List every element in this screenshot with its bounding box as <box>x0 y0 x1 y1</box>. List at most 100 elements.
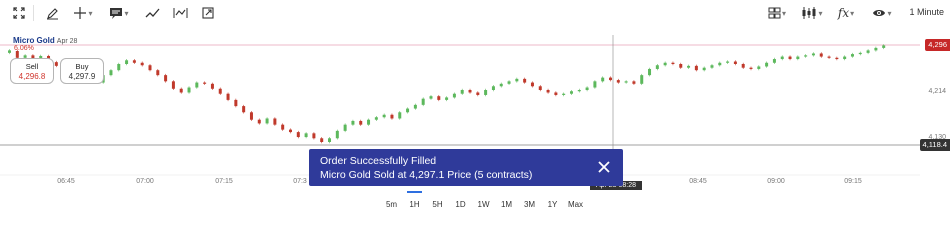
range-max[interactable]: Max <box>564 200 587 209</box>
time-label: 08:45 <box>689 178 707 185</box>
time-label: 09:00 <box>767 178 785 185</box>
candle <box>109 70 113 76</box>
candle <box>179 88 183 93</box>
candle <box>452 93 456 98</box>
candle <box>296 132 300 138</box>
candle <box>850 54 854 57</box>
candle <box>858 52 862 55</box>
candle <box>491 86 495 90</box>
candle <box>382 114 386 118</box>
candle <box>374 117 378 120</box>
instrument-date: Apr 28 <box>56 38 78 45</box>
candle <box>749 67 753 69</box>
range-1h[interactable]: 1H <box>403 191 426 209</box>
sell-price: 4,296.8 <box>18 72 46 81</box>
candle <box>234 99 238 107</box>
change-percent: 6.06% <box>14 45 34 52</box>
candle <box>663 62 667 66</box>
candle <box>648 68 652 76</box>
candle <box>632 81 636 84</box>
range-1w[interactable]: 1W <box>472 200 495 209</box>
candle <box>343 124 347 131</box>
range-1y[interactable]: 1Y <box>541 200 564 209</box>
candle <box>624 81 628 83</box>
candle <box>874 47 878 51</box>
candle <box>320 138 324 142</box>
candle <box>780 56 784 60</box>
price-label: 4,214 <box>928 88 946 95</box>
candle <box>866 50 870 53</box>
buy-price: 4,297.9 <box>68 72 96 81</box>
candle <box>218 88 222 94</box>
toast-title: Order Successfully Filled <box>320 155 437 167</box>
candle <box>687 65 691 68</box>
candle <box>601 77 605 82</box>
toast-message: Micro Gold Sold at 4,297.1 Price (5 cont… <box>320 169 533 181</box>
time-label: 06:45 <box>57 178 75 185</box>
candle <box>265 118 269 124</box>
candle <box>195 82 199 88</box>
candle <box>640 75 644 84</box>
time-label: 07:15 <box>215 178 233 185</box>
sell-button[interactable]: Sell 4,296.8 <box>10 58 54 84</box>
candle <box>702 67 706 71</box>
candle <box>616 80 620 83</box>
candle <box>726 61 730 63</box>
candle <box>741 64 745 68</box>
candle <box>523 78 527 83</box>
candle <box>733 61 737 64</box>
range-1d[interactable]: 1D <box>449 200 472 209</box>
candle <box>757 66 761 69</box>
candle <box>390 114 394 119</box>
candle <box>125 60 129 64</box>
candle <box>328 138 332 142</box>
candle <box>827 56 831 58</box>
candle <box>187 87 191 93</box>
candle <box>359 120 363 125</box>
candle <box>460 90 464 94</box>
candle <box>546 90 550 93</box>
candles-group <box>8 44 886 144</box>
candle <box>694 65 698 71</box>
sell-label: Sell <box>25 62 39 71</box>
candle <box>804 55 808 57</box>
candle <box>164 75 168 82</box>
candle <box>499 83 503 87</box>
candle <box>132 60 136 63</box>
candle <box>765 62 769 67</box>
range-3m[interactable]: 3M <box>518 200 541 209</box>
candle <box>288 129 292 133</box>
candle <box>203 82 207 84</box>
range-selector: 5m 1H 5H 1D 1W 1M 3M 1Y Max <box>380 191 587 209</box>
range-5h[interactable]: 5H <box>426 200 449 209</box>
candle <box>796 56 800 60</box>
candle <box>54 62 58 66</box>
buy-button[interactable]: Buy 4,297.9 <box>60 58 104 84</box>
range-5m[interactable]: 5m <box>380 200 403 209</box>
candle <box>609 77 613 81</box>
candle <box>8 50 11 53</box>
candle <box>445 97 449 100</box>
close-icon[interactable] <box>597 160 611 174</box>
candle <box>148 65 152 71</box>
candle <box>843 56 847 60</box>
candle <box>585 87 589 90</box>
candle <box>569 91 573 94</box>
candle <box>281 124 285 130</box>
candle <box>273 118 277 125</box>
instrument-name: Micro Gold <box>13 36 55 45</box>
candle <box>772 59 776 63</box>
candle <box>249 112 253 120</box>
candle <box>15 51 19 58</box>
candle <box>819 53 823 57</box>
candle <box>562 93 566 95</box>
buy-label: Buy <box>75 62 89 71</box>
candle <box>882 45 886 48</box>
range-1m[interactable]: 1M <box>495 200 518 209</box>
candle <box>351 120 355 125</box>
candle <box>312 133 316 139</box>
candle <box>437 96 441 100</box>
crosshair-price-tag: 4,118.4 <box>919 139 950 151</box>
candle <box>538 86 542 90</box>
candle <box>671 62 675 64</box>
